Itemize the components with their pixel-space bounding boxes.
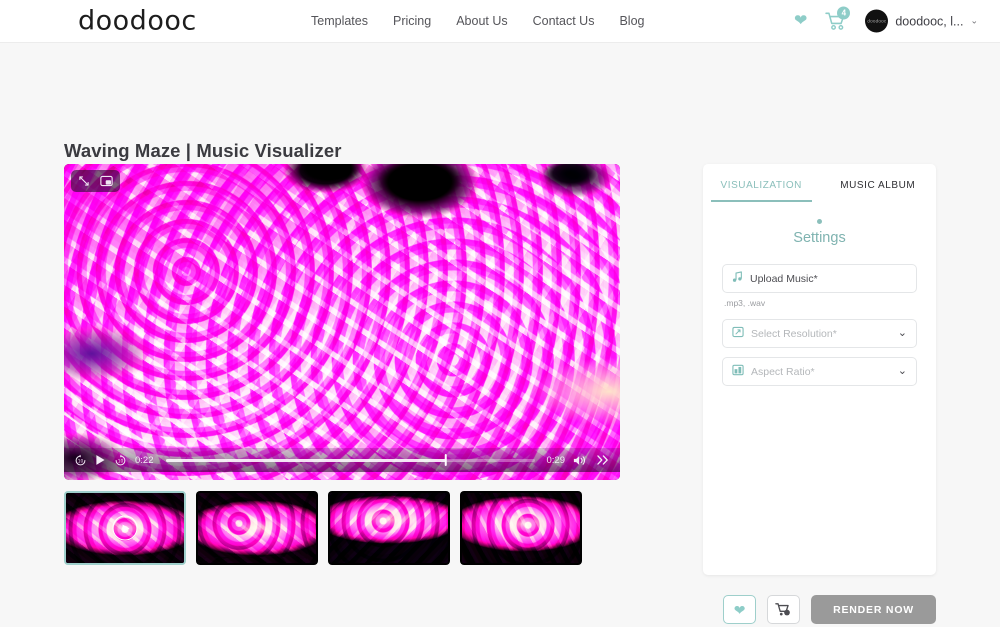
panel-indicator-dot	[817, 219, 822, 224]
aspect-ratio-label: Aspect Ratio*	[751, 366, 891, 378]
nav-link-pricing[interactable]: Pricing	[393, 14, 431, 28]
thumbnail-strip	[64, 491, 582, 565]
upload-music-field[interactable]: Upload Music*	[722, 264, 917, 293]
avatar: doodooc	[865, 10, 888, 33]
thumbnail-3[interactable]	[328, 491, 450, 565]
forward-10-icon[interactable]: 10	[114, 454, 127, 467]
panel-tabs: VISUALIZATION MUSIC ALBUM	[703, 164, 936, 202]
add-to-cart-button[interactable]	[767, 595, 800, 624]
video-controls: 10 10 0:22 0:29	[64, 448, 620, 472]
rewind-10-icon[interactable]: 10	[74, 454, 87, 467]
nav-link-contact-us[interactable]: Contact Us	[533, 14, 595, 28]
thumbnail-2[interactable]	[196, 491, 318, 565]
chevron-down-icon[interactable]: ⌄	[970, 16, 978, 27]
svg-text:10: 10	[78, 458, 84, 464]
settings-fields: Upload Music* .mp3, .wav Select Resoluti…	[703, 246, 936, 386]
progress-bar[interactable]	[166, 459, 535, 462]
progress-handle[interactable]	[445, 454, 448, 466]
page-body: Waving Maze | Music Visualizer	[0, 43, 1000, 627]
expand-icon[interactable]	[78, 175, 90, 187]
nav-link-blog[interactable]: Blog	[619, 14, 644, 28]
chevron-down-icon[interactable]: ⌄	[898, 366, 907, 377]
skip-next-icon[interactable]	[596, 454, 610, 466]
cart-badge: 4	[837, 6, 850, 19]
action-bar: ❤ RENDER NOW	[703, 595, 936, 624]
play-icon[interactable]	[95, 454, 106, 466]
main-nav: Templates Pricing About Us Contact Us Bl…	[311, 14, 645, 28]
heart-icon[interactable]: ❤	[794, 13, 807, 29]
aspect-ratio-field[interactable]: Aspect Ratio* ⌄	[722, 357, 917, 386]
volume-icon[interactable]	[573, 454, 588, 467]
page-title: Waving Maze | Music Visualizer	[64, 140, 342, 162]
heart-icon: ❤	[734, 603, 746, 617]
aspect-ratio-icon	[732, 363, 744, 381]
picture-in-picture-icon[interactable]	[100, 175, 113, 187]
video-preview-image	[64, 164, 620, 480]
account-name: doodooc, l...	[895, 14, 963, 28]
add-to-cart-icon	[775, 602, 792, 617]
music-note-icon	[732, 270, 743, 288]
account-menu[interactable]: doodooc doodooc, l... ⌄	[865, 10, 978, 33]
select-resolution-field[interactable]: Select Resolution* ⌄	[722, 319, 917, 348]
thumbnail-1[interactable]	[64, 491, 186, 565]
resolution-icon	[732, 325, 744, 343]
play-circle-icon[interactable]	[113, 516, 138, 541]
chevron-down-icon[interactable]: ⌄	[898, 328, 907, 339]
nav-link-templates[interactable]: Templates	[311, 14, 368, 28]
nav-right-group: ❤ 4 doodooc doodooc, l... ⌄	[794, 10, 978, 33]
thumbnail-image	[330, 493, 448, 563]
total-time: 0:29	[547, 455, 566, 466]
current-time: 0:22	[135, 455, 154, 466]
upload-music-label: Upload Music*	[750, 273, 907, 285]
video-player[interactable]: 10 10 0:22 0:29	[64, 164, 620, 480]
tab-visualization[interactable]: VISUALIZATION	[703, 164, 820, 202]
progress-fill	[166, 459, 446, 462]
thumbnail-image	[198, 493, 316, 563]
thumbnail-image	[462, 493, 580, 563]
tab-music-album[interactable]: MUSIC ALBUM	[820, 164, 937, 202]
settings-panel: VISUALIZATION MUSIC ALBUM Settings Uploa…	[703, 164, 936, 575]
top-navigation-bar: doodooc Templates Pricing About Us Conta…	[0, 0, 1000, 43]
render-now-button[interactable]: RENDER NOW	[811, 595, 936, 624]
select-resolution-label: Select Resolution*	[751, 328, 891, 340]
upload-music-hint: .mp3, .wav	[724, 298, 917, 308]
thumbnail-4[interactable]	[460, 491, 582, 565]
logo[interactable]: doodooc	[78, 6, 197, 37]
cart-button[interactable]: 4	[825, 11, 847, 31]
svg-text:10: 10	[118, 458, 124, 464]
favorite-button[interactable]: ❤	[723, 595, 756, 624]
panel-heading: Settings	[703, 230, 936, 246]
video-top-tools	[71, 170, 120, 192]
nav-link-about-us[interactable]: About Us	[456, 14, 507, 28]
